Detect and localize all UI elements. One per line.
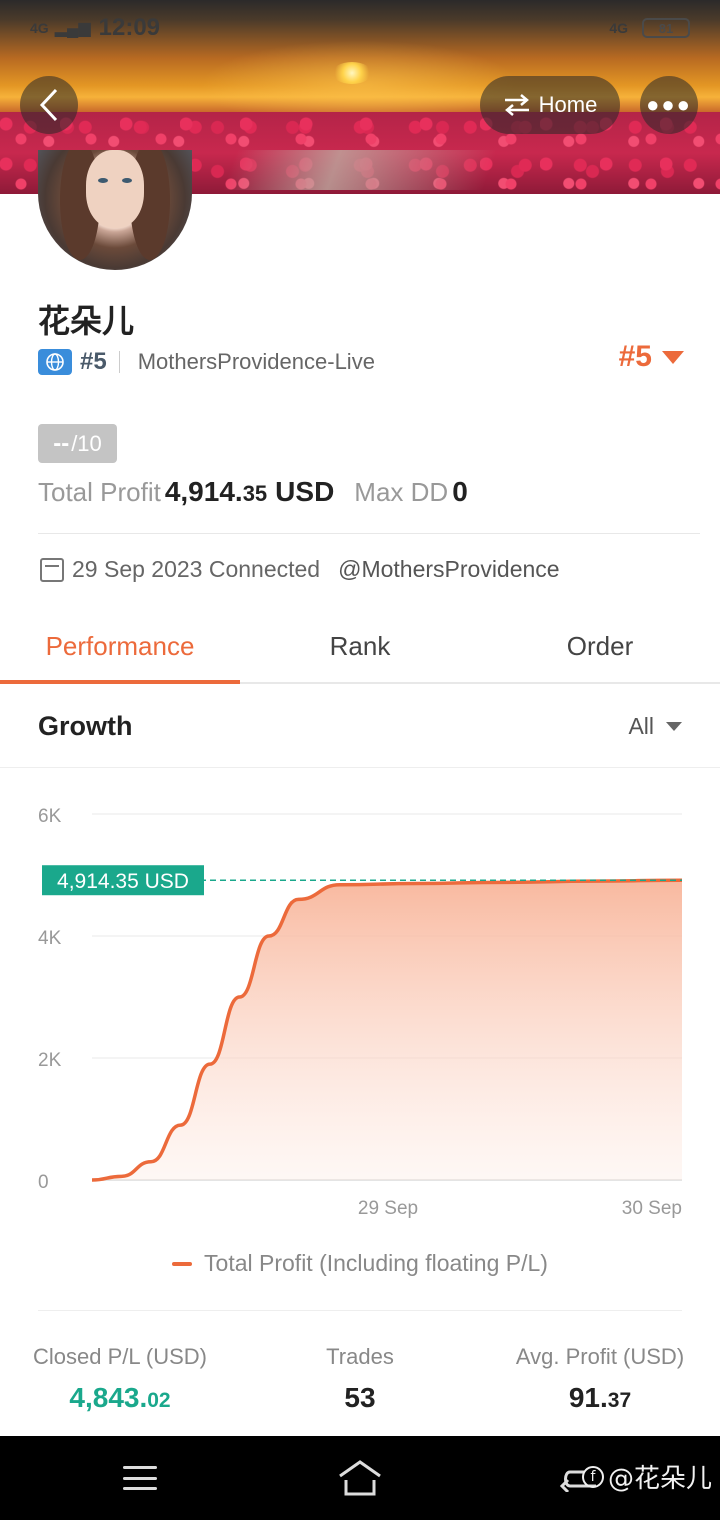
tab-performance[interactable]: Performance xyxy=(0,610,240,684)
tab-rank[interactable]: Rank xyxy=(240,610,480,682)
x-tick-label: 30 Sep xyxy=(622,1198,682,1219)
swap-icon xyxy=(504,94,529,116)
growth-filter-dropdown[interactable]: All xyxy=(628,713,682,740)
score-max: /10 xyxy=(71,430,102,456)
home-nav-button[interactable] xyxy=(336,1456,384,1500)
separator xyxy=(118,351,120,373)
stat-value: 4,843.02 xyxy=(0,1382,240,1414)
total-profit-unit: USD xyxy=(275,476,335,507)
growth-title: Growth xyxy=(38,711,133,741)
watermark: f @花朵儿 xyxy=(581,1458,712,1495)
legend-label: Total Profit (Including floating P/L) xyxy=(204,1250,548,1276)
sun xyxy=(332,62,372,84)
max-dd-value: 0 xyxy=(452,476,468,507)
stat-trades: Trades 53 xyxy=(240,1344,480,1414)
legend-swatch xyxy=(172,1261,193,1266)
battery-icon: 81 xyxy=(642,18,690,38)
stat-dec: 37 xyxy=(607,1389,632,1412)
recent-apps-button[interactable] xyxy=(123,1466,157,1490)
total-profit-value: 4,914.35 xyxy=(165,476,267,508)
home-label: Home xyxy=(538,92,598,117)
score-badge: -- /10 xyxy=(38,424,117,463)
y-tick-label: 0 xyxy=(38,1172,49,1193)
system-nav-bar: f @花朵儿 xyxy=(0,1436,720,1520)
account-name: MothersProvidence-Live xyxy=(137,349,375,374)
stat-label: Closed P/L (USD) xyxy=(32,1344,207,1369)
y-tick-label: 2K xyxy=(38,1050,62,1071)
avatar[interactable] xyxy=(38,150,192,270)
chevron-left-icon xyxy=(39,88,58,122)
menu-line xyxy=(123,1466,157,1469)
connected-user[interactable]: @MothersProvidence xyxy=(338,556,560,583)
tab-bar: Performance Rank Order xyxy=(0,610,720,684)
network-indicator-right: 4G xyxy=(609,20,628,36)
calendar-icon xyxy=(40,557,64,582)
stat-int: 91. xyxy=(568,1382,608,1413)
avatar-eye-left xyxy=(98,178,108,183)
stat-int: 4,843. xyxy=(69,1382,148,1413)
growth-chart: 0 2K 4K 6K 29 Sep 30 Sep 4,914.35 USD xyxy=(38,806,683,1219)
signal-icon: ▂▄▆ xyxy=(54,20,91,37)
total-profit-int: 4,914. xyxy=(164,476,243,507)
stats-row: Closed P/L (USD) 4,843.02 Trades 53 Avg.… xyxy=(0,1344,720,1414)
connected-info: 29 Sep 2023 Connected @MothersProvidence xyxy=(40,556,560,583)
max-dd-label: Max DD xyxy=(354,477,449,507)
connected-date: 29 Sep 2023 Connected xyxy=(72,556,321,582)
total-profit-label: Total Profit xyxy=(38,477,161,507)
caret-down-icon xyxy=(666,722,682,731)
chart-legend: Total Profit (Including floating P/L) xyxy=(0,1250,720,1277)
growth-filter-value: All xyxy=(628,713,654,739)
stat-value: 91.37 xyxy=(480,1382,720,1414)
y-tick-label: 6K xyxy=(38,806,62,827)
current-value-label: 4,914.35 USD xyxy=(57,870,189,893)
score-value: -- xyxy=(53,429,70,457)
avatar-face xyxy=(86,150,144,228)
rank-line: #5 MothersProvidence-Live xyxy=(38,348,375,376)
stat-dec: 02 xyxy=(147,1389,171,1412)
menu-line xyxy=(123,1476,157,1480)
divider xyxy=(38,1310,682,1311)
caret-down-icon xyxy=(662,350,684,364)
clock: 12:09 xyxy=(98,14,161,41)
rank-dropdown[interactable]: #5 xyxy=(619,340,684,374)
profile-name: 花朵儿 xyxy=(38,302,135,340)
profit-line: Total Profit 4,914.35 USD Max DD 0 xyxy=(38,476,468,508)
globe-icon xyxy=(38,349,72,375)
battery-level: 81 xyxy=(658,20,674,36)
stat-int: 53 xyxy=(344,1382,376,1413)
status-bar: 4G ▂▄▆ 12:09 4G 81 xyxy=(0,0,720,56)
rank-big-value: #5 xyxy=(618,340,652,373)
back-button[interactable] xyxy=(20,76,78,134)
stat-closed-pl: Closed P/L (USD) 4,843.02 xyxy=(0,1344,240,1414)
watermark-text: @花朵儿 xyxy=(607,1464,712,1494)
tab-order[interactable]: Order xyxy=(480,610,720,682)
more-button[interactable]: ●●● xyxy=(640,76,698,134)
water-path xyxy=(222,150,498,190)
stat-label: Avg. Profit (USD) xyxy=(515,1344,685,1369)
stat-value: 53 xyxy=(240,1382,480,1414)
stat-avg-profit: Avg. Profit (USD) 91.37 xyxy=(480,1344,720,1414)
total-profit-dec: 35 xyxy=(242,481,268,506)
menu-line xyxy=(123,1487,157,1490)
x-tick-label: 29 Sep xyxy=(358,1198,418,1219)
home-button[interactable]: Home xyxy=(480,76,620,134)
network-indicator: 4G xyxy=(30,20,49,36)
more-dots-icon: ●●● xyxy=(646,92,692,117)
platform-logo-icon: f xyxy=(581,1465,604,1488)
avatar-eye-right xyxy=(122,178,132,183)
y-tick-label: 4K xyxy=(38,928,62,949)
rank-small: #5 xyxy=(80,348,107,375)
divider xyxy=(38,533,700,534)
stat-label: Trades xyxy=(326,1344,394,1369)
series-area xyxy=(92,880,682,1180)
growth-header: Growth All xyxy=(0,686,720,768)
